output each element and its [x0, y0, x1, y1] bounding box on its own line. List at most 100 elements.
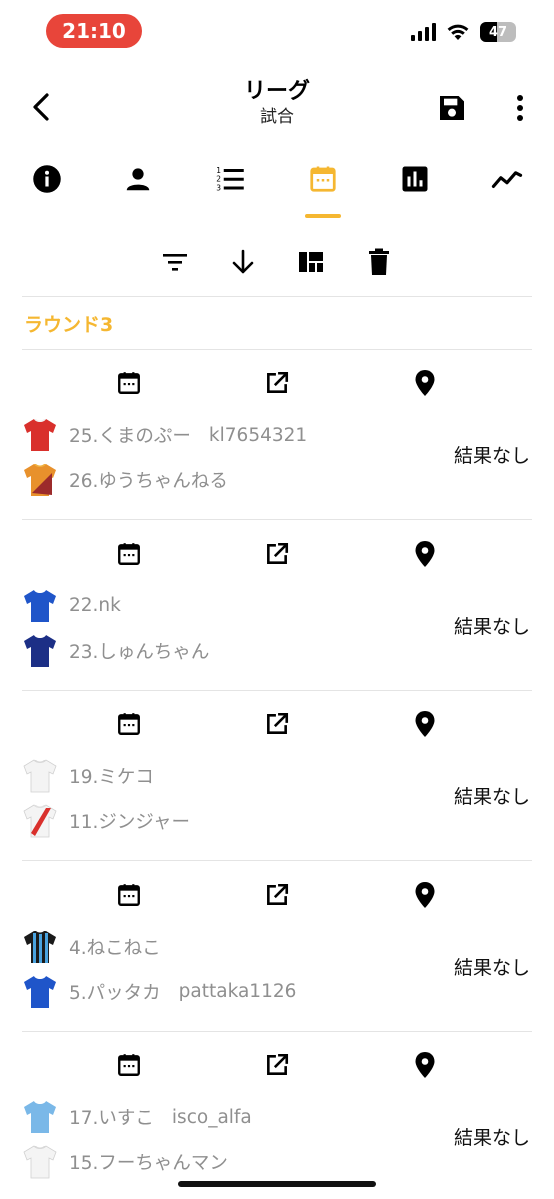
away-team-row: 11.ジンジャー	[22, 802, 190, 840]
match-open-button[interactable]	[262, 709, 292, 739]
match-open-button[interactable]	[262, 880, 292, 910]
home-team-row: 4.ねこねこ	[22, 928, 161, 966]
match-card[interactable]: 19.ミケコ 11.ジンジャー 結果なし	[0, 691, 554, 861]
page-subtitle: 試合	[260, 107, 294, 127]
bar-chart-icon	[402, 166, 428, 192]
round-label: ラウンド3	[24, 314, 114, 336]
svg-text:3: 3	[216, 183, 221, 192]
match-location-button[interactable]	[410, 709, 440, 739]
match-location-button[interactable]	[410, 368, 440, 398]
match-card[interactable]: 17.いすこ isco_alfa 15.フーちゃんマン 結果なし	[0, 1032, 554, 1199]
tab-bar: 1 2 3	[0, 152, 554, 218]
match-card[interactable]: 25.くまのぷー kl7654321 26.ゆうちゃんねる 結果なし	[0, 350, 554, 520]
save-icon	[440, 96, 464, 120]
home-team-account: isco_alfa	[171, 1106, 252, 1128]
home-team-name: 22.nk	[69, 595, 121, 616]
away-team-row: 23.しゅんちゃん	[22, 632, 209, 670]
active-tab-indicator	[305, 214, 341, 218]
filter-button[interactable]	[157, 244, 193, 280]
save-button[interactable]	[436, 92, 468, 124]
app-bar: リーグ 試合	[0, 62, 554, 152]
match-date-button[interactable]	[114, 368, 144, 398]
home-team-name: 25.くまのぷー	[69, 426, 191, 447]
layout-button[interactable]	[293, 244, 329, 280]
more-vert-icon	[517, 95, 523, 121]
tab-info[interactable]	[17, 162, 77, 218]
away-team-name: 26.ゆうちゃんねる	[69, 471, 228, 492]
calendar-icon	[118, 1054, 140, 1076]
info-icon	[33, 165, 61, 193]
home-team-name: 4.ねこねこ	[69, 937, 161, 959]
cellular-signal-icon	[411, 23, 436, 41]
svg-text:1: 1	[216, 166, 221, 175]
filter-icon	[163, 254, 187, 271]
location-pin-icon	[415, 881, 435, 908]
tab-ranking[interactable]: 1 2 3	[200, 162, 260, 218]
match-date-button[interactable]	[114, 880, 144, 910]
trash-icon	[369, 248, 389, 275]
match-location-button[interactable]	[410, 1050, 440, 1080]
location-pin-icon	[415, 370, 435, 396]
page-title-group: リーグ 試合	[150, 78, 404, 128]
match-open-button[interactable]	[262, 1050, 292, 1080]
calendar-icon	[118, 713, 140, 735]
sort-button[interactable]	[225, 244, 261, 280]
svg-text:2: 2	[216, 175, 221, 184]
away-team-row: 15.フーちゃんマン	[22, 1143, 228, 1181]
calendar-icon	[118, 883, 140, 906]
match-date-button[interactable]	[114, 1050, 144, 1080]
layout-icon	[299, 252, 323, 272]
home-jersey-icon	[22, 416, 58, 454]
trend-line-icon	[491, 171, 523, 188]
location-pin-icon	[415, 540, 435, 567]
more-options-button[interactable]	[506, 92, 534, 124]
status-bar: 21:10 47	[0, 0, 554, 62]
away-team-name: 11.ジンジャー	[69, 812, 190, 833]
location-pin-icon	[415, 1052, 435, 1078]
wifi-icon	[447, 24, 469, 40]
home-jersey-icon	[22, 587, 58, 625]
home-team-row: 25.くまのぷー kl7654321	[22, 416, 307, 454]
match-date-button[interactable]	[114, 539, 144, 569]
match-date-button[interactable]	[114, 709, 144, 739]
status-icons: 47	[411, 22, 516, 42]
tab-stats[interactable]	[385, 162, 445, 218]
home-team-name: 17.いすこ	[69, 1108, 154, 1129]
away-jersey-icon	[22, 632, 58, 670]
match-result: 結果なし	[453, 1127, 530, 1149]
match-open-button[interactable]	[262, 539, 292, 569]
away-team-name: 23.しゅんちゃん	[69, 641, 210, 663]
battery-icon: 47	[480, 22, 516, 42]
match-location-button[interactable]	[410, 539, 440, 569]
back-button[interactable]	[24, 90, 58, 124]
delete-button[interactable]	[361, 244, 397, 280]
match-result: 結果なし	[453, 445, 530, 467]
tab-players[interactable]	[108, 162, 168, 218]
home-jersey-icon	[22, 757, 58, 795]
home-jersey-icon	[22, 928, 58, 966]
match-location-button[interactable]	[410, 880, 440, 910]
home-team-account: kl7654321	[208, 424, 308, 446]
match-result: 結果なし	[453, 615, 530, 638]
back-arrow-icon	[33, 93, 49, 121]
away-jersey-icon	[22, 973, 58, 1011]
match-open-button[interactable]	[262, 368, 292, 398]
open-in-new-icon	[267, 712, 289, 734]
person-icon	[126, 168, 150, 191]
open-in-new-icon	[267, 1053, 289, 1075]
home-team-row: 19.ミケコ	[22, 757, 154, 795]
calendar-icon	[118, 542, 140, 565]
tab-trends[interactable]	[477, 162, 537, 218]
match-card[interactable]: 4.ねこねこ 5.パッタカ pattaka1126 結果なし	[0, 862, 554, 1032]
arrow-down-icon	[232, 249, 254, 274]
away-team-account: pattaka1126	[178, 981, 297, 1002]
tab-schedule[interactable]	[293, 162, 353, 218]
numbered-list-icon: 1 2 3	[216, 166, 244, 192]
match-card[interactable]: 22.nk 23.しゅんちゃん 結果なし	[0, 521, 554, 691]
battery-percentage: 47	[488, 24, 508, 40]
status-time: 21:10	[46, 14, 142, 48]
home-team-row: 17.いすこ isco_alfa	[22, 1098, 252, 1136]
calendar-icon	[310, 166, 336, 192]
page-title: リーグ	[243, 79, 310, 104]
away-team-name: 15.フーちゃんマン	[69, 1153, 228, 1174]
